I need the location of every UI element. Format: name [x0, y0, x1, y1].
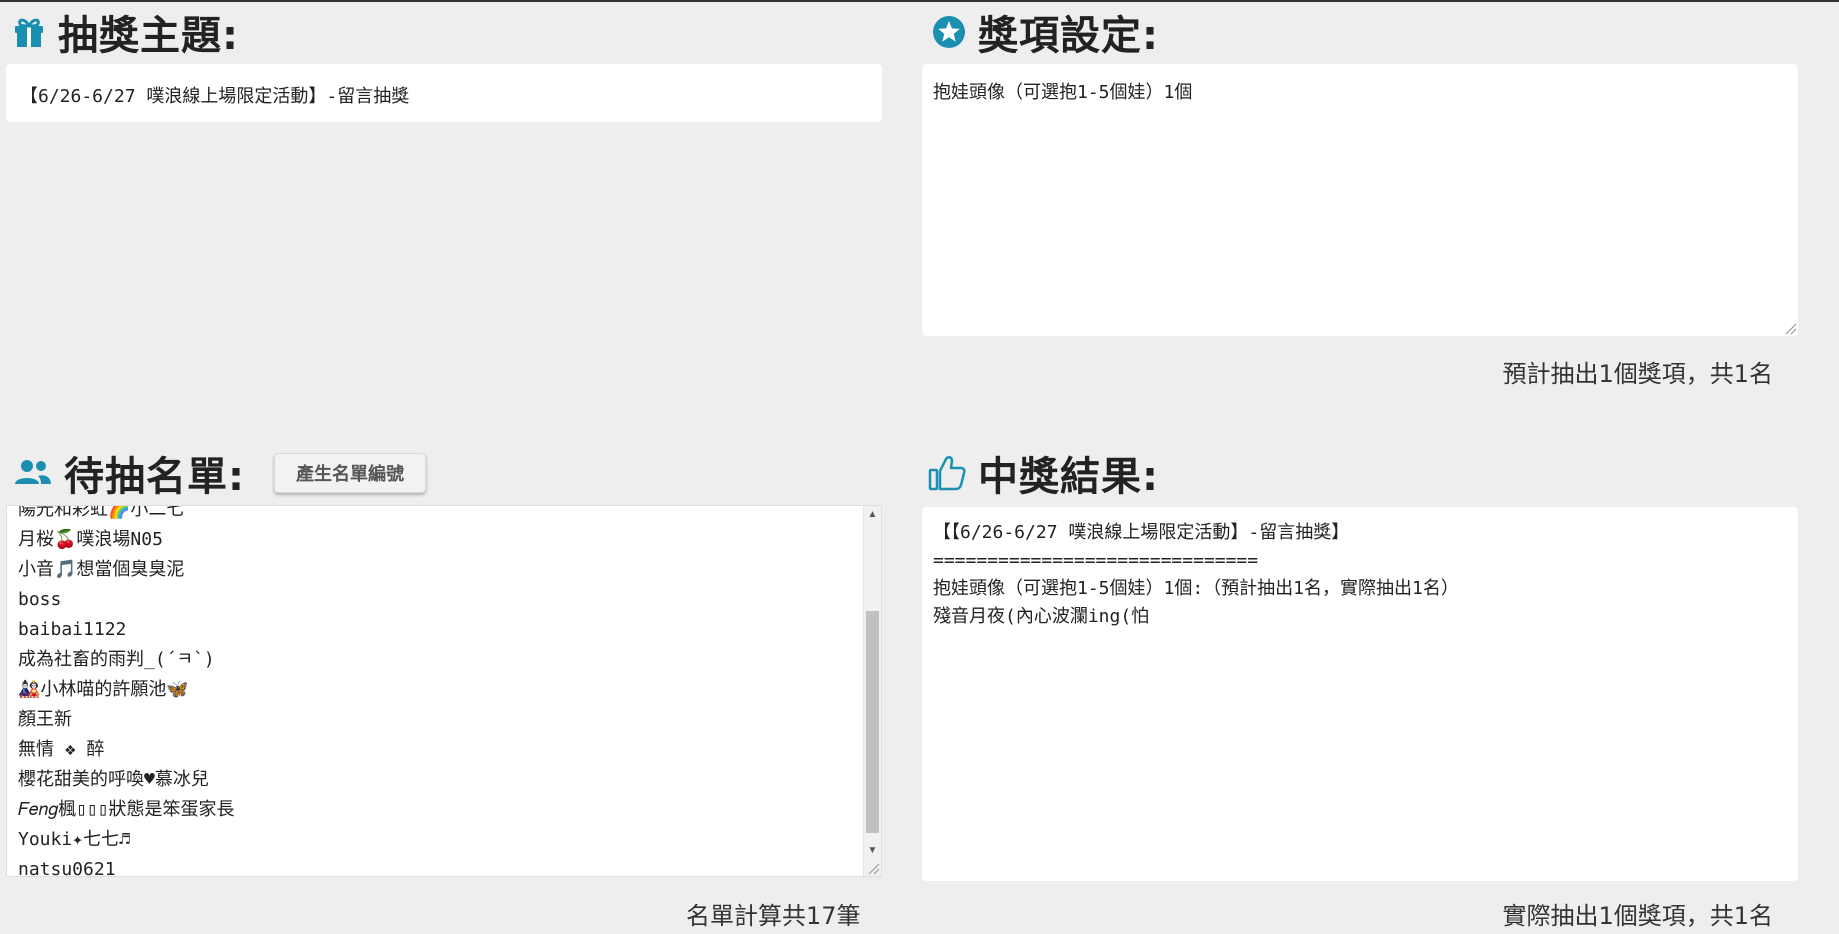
candidate-entry: baibai1122: [18, 619, 127, 640]
candidate-entry: 小音🎵想當個臭臭泥: [18, 559, 185, 580]
prize-settings-title: 獎項設定:: [978, 13, 1159, 59]
scrollbar-thumb[interactable]: [866, 611, 879, 833]
lottery-topic-heading: 抽獎主題:: [12, 6, 239, 59]
resize-handle-icon[interactable]: [1783, 321, 1797, 335]
candidate-entry: 無情 ❖ 醉: [18, 739, 105, 760]
candidate-entry: 月桜🍒噗浪場N05: [18, 529, 163, 550]
candidate-entry: boss: [18, 589, 62, 610]
candidate-entry: 成為社畜的雨判_(´ㅋ`): [18, 649, 215, 670]
gift-icon: [12, 15, 46, 49]
result-line: ==============================: [933, 550, 1259, 571]
candidate-entry: 櫻花甜美的呼喚♥慕冰兒: [18, 769, 209, 790]
result-line: 抱娃頭像（可選抱1-5個娃）1個:（預計抽出1名，實際抽出1名）: [933, 578, 1459, 599]
candidate-list-title: 待抽名單:: [64, 454, 245, 500]
results-actual-summary: 實際抽出1個獎項，共1名: [1502, 902, 1773, 930]
candidate-list-textarea[interactable]: 陽光和彩虹🌈小二七月桜🍒噗浪場N05 小音🎵想當個臭臭泥 boss baibai112…: [6, 505, 882, 877]
result-line: 【【6/26-6/27 噗浪線上場限定活動】-留言抽獎】: [933, 522, 1350, 543]
candidate-entry: 𝐹𝑒𝑛𝑔楓▯▯▯狀態是笨蛋家長: [18, 799, 235, 820]
star-icon: [932, 15, 966, 49]
prize-expected-summary: 預計抽出1個獎項，共1名: [1502, 360, 1773, 388]
lottery-topic-input[interactable]: 【6/26-6/27 噗浪線上場限定活動】-留言抽獎: [6, 64, 882, 122]
candidate-list-scrollbar[interactable]: ▲ ▼: [863, 506, 881, 876]
candidate-entry: 陽光和彩虹🌈小二七: [18, 505, 185, 520]
results-textarea[interactable]: 【【6/26-6/27 噗浪線上場限定活動】-留言抽獎】 ============…: [922, 507, 1798, 881]
resize-handle-icon[interactable]: [866, 861, 880, 875]
scroll-up-arrow-icon[interactable]: ▲: [864, 506, 881, 523]
candidate-entry: 顏王新: [18, 709, 72, 730]
lottery-topic-title: 抽獎主題:: [58, 13, 239, 59]
candidate-list-lines: 陽光和彩虹🌈小二七月桜🍒噗浪場N05 小音🎵想當個臭臭泥 boss baibai112…: [18, 505, 859, 877]
prize-settings-value: 抱娃頭像（可選抱1-5個娃）1個: [933, 82, 1193, 103]
results-heading: 中獎結果:: [928, 446, 1159, 500]
results-lines: 【【6/26-6/27 噗浪線上場限定活動】-留言抽獎】 ============…: [933, 519, 1459, 631]
candidate-entry: natsu0621: [18, 859, 116, 877]
prize-settings-heading: 獎項設定:: [932, 6, 1159, 59]
lottery-topic-value: 【6/26-6/27 噗浪線上場限定活動】-留言抽獎: [20, 86, 410, 107]
generate-list-numbers-button[interactable]: 產生名單編號: [274, 453, 426, 493]
thumbs-up-icon: [928, 454, 966, 492]
candidate-entry: Youki✦七七♬: [18, 829, 130, 850]
scroll-down-arrow-icon[interactable]: ▼: [864, 842, 881, 859]
results-title: 中獎結果:: [978, 454, 1159, 500]
candidate-count-text: 名單計算共17筆: [686, 902, 861, 930]
candidate-entry: 🎎小林喵的許願池🦋: [18, 679, 189, 700]
prize-settings-textarea[interactable]: 抱娃頭像（可選抱1-5個娃）1個: [922, 64, 1798, 336]
result-line: 殘音月夜(內心波瀾ing(怕: [933, 606, 1150, 627]
users-icon: [14, 458, 52, 488]
candidate-list-heading: 待抽名單:: [14, 446, 245, 500]
